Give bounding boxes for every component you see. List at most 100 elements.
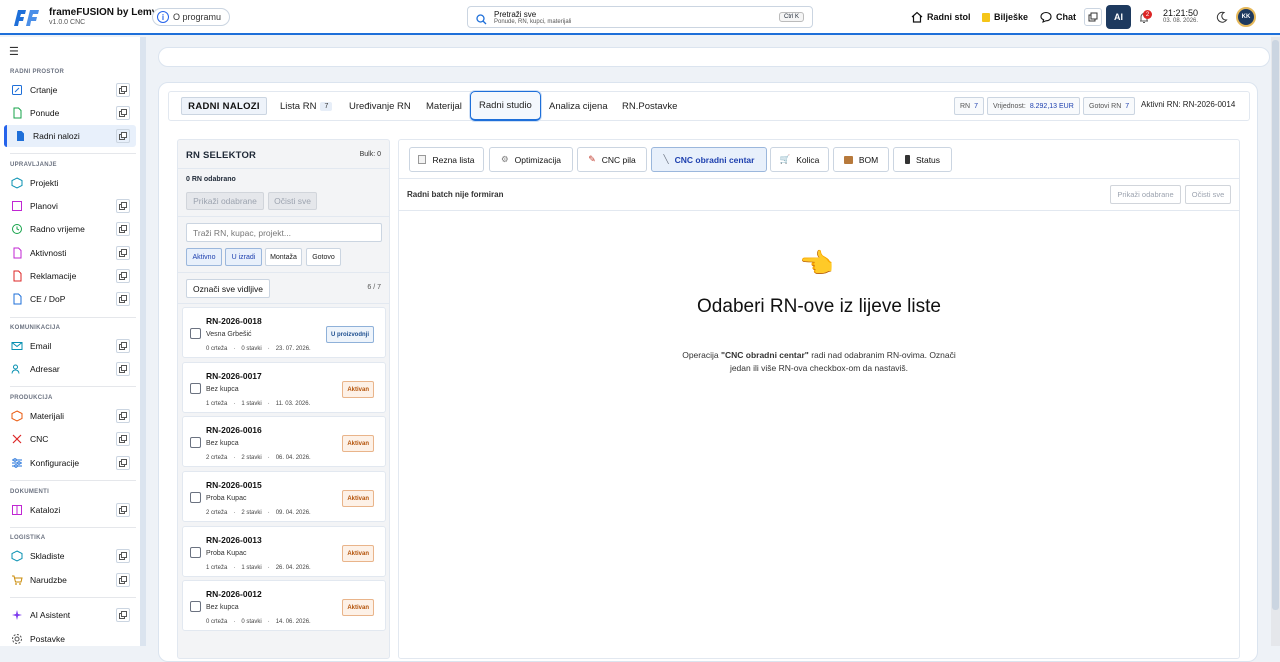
copy-icon[interactable]	[116, 549, 130, 563]
copy-icon[interactable]	[116, 409, 130, 423]
tab-materijal[interactable]: Materijal	[426, 91, 462, 121]
copy-icon[interactable]	[116, 573, 130, 587]
filter-montaza[interactable]: Montaža	[265, 248, 302, 266]
op-status[interactable]: Status	[893, 147, 952, 172]
search-label: Pretraži sve	[494, 10, 537, 19]
op-label: Optimizacija	[514, 154, 561, 165]
rn-card[interactable]: RN-2026-0018 Vesna Grbešić 0 crteža · 0 st…	[182, 307, 386, 358]
sidebar-item-ponude[interactable]: Ponude	[4, 102, 136, 124]
op-bom[interactable]: BOM	[833, 147, 889, 172]
sidebar-item-radni-nalozi[interactable]: Radni nalozi	[4, 125, 136, 147]
rn-card[interactable]: RN-2026-0012 Bez kupca 0 crteža · 0 stavki…	[182, 580, 386, 631]
sidebar-item-konfiguracije[interactable]: Konfiguracije	[4, 452, 136, 474]
copy-icon[interactable]	[116, 269, 130, 283]
op-cnc-obradni-centar[interactable]: ╲ CNC obradni centar	[651, 147, 767, 172]
rn-checkbox[interactable]	[190, 601, 201, 612]
rn-items: 1 stavki	[241, 401, 262, 407]
sidebar-item-narudzbe[interactable]: Narudzbe	[4, 569, 136, 591]
mark-all-visible-button[interactable]: Označi sve vidljive	[186, 279, 270, 298]
rn-search-input[interactable]: Traži RN, kupac, projekt...	[186, 223, 382, 242]
cnc-icon	[11, 433, 23, 445]
copy-icon[interactable]	[116, 339, 130, 353]
op-cnc-pila[interactable]: ✎ CNC pila	[577, 147, 647, 172]
rn-card[interactable]: RN-2026-0015 Proba Kupac 2 crteža · 2 stav…	[182, 471, 386, 522]
sidebar-item-cnc[interactable]: CNC	[4, 428, 136, 450]
sidebar-item-adresar[interactable]: Adresar	[4, 358, 136, 380]
copy-icon[interactable]	[116, 608, 130, 622]
package-icon	[843, 155, 853, 164]
tab-analiza-cijena[interactable]: Analiza cijena	[549, 91, 608, 121]
sidebar-item-reklamacije[interactable]: Reklamacije	[4, 265, 136, 287]
global-search[interactable]: Pretraži sve Ponude, RN, kupci, materija…	[467, 6, 813, 28]
copy-icon[interactable]	[116, 129, 130, 143]
sidebar-item-email[interactable]: Email	[4, 335, 136, 357]
warehouse-icon	[11, 550, 23, 562]
search-shortcut: Ctrl K	[779, 12, 804, 22]
copy-icon[interactable]	[116, 503, 130, 517]
sidebar-item-ai-asistent[interactable]: AI Asistent	[4, 604, 136, 626]
rn-drawings: 0 crteža	[206, 619, 228, 625]
filter-u-izradi[interactable]: U izradi	[225, 248, 262, 266]
rn-card[interactable]: RN-2026-0013 Proba Kupac 1 crteža · 1 stav…	[182, 526, 386, 577]
op-kolica[interactable]: 🛒 Kolica	[770, 147, 829, 172]
tab-uredivanje-rn[interactable]: Uređivanje RN	[349, 91, 411, 121]
copy-icon[interactable]	[116, 222, 130, 236]
copy-icon[interactable]	[116, 432, 130, 446]
top-bar: frameFUSION by Lemy v1.0.0 CNC i O progr…	[0, 0, 1280, 35]
rn-checkbox[interactable]	[190, 437, 201, 448]
sidebar-item-postavke[interactable]: Postavke	[4, 628, 136, 650]
sidebar-item-projekti[interactable]: Projekti	[4, 172, 136, 194]
clear-all-button[interactable]: Očisti sve	[268, 192, 317, 210]
window-button[interactable]	[1084, 8, 1102, 26]
copy-icon[interactable]	[116, 292, 130, 306]
show-selected-button[interactable]: Prikaži odabrane	[1110, 185, 1181, 204]
show-selected-button[interactable]: Prikaži odabrane	[186, 192, 264, 210]
divider	[178, 272, 389, 273]
tab-lista-rn[interactable]: Lista RN 7	[280, 91, 333, 121]
op-optimizacija[interactable]: ⚙ Optimizacija	[489, 147, 573, 172]
tab-radni-studio[interactable]: Radni studio	[470, 91, 541, 121]
tab-rn-postavke[interactable]: RN.Postavke	[622, 91, 677, 121]
sidebar-item-katalozi[interactable]: Katalozi	[4, 499, 136, 521]
filter-aktivno[interactable]: Aktivno	[186, 248, 222, 266]
divider	[10, 480, 136, 481]
user-avatar[interactable]: KK	[1236, 7, 1256, 27]
rn-card[interactable]: RN-2026-0017 Bez kupca 1 crteža · 1 stavki…	[182, 362, 386, 413]
sidebar-item-radno-vrijeme[interactable]: Radno vrijeme	[4, 218, 136, 240]
rn-checkbox[interactable]	[190, 328, 201, 339]
sidebar-item-materijali[interactable]: Materijali	[4, 405, 136, 427]
copy-icon[interactable]	[116, 362, 130, 376]
copy-icon[interactable]	[116, 246, 130, 260]
filter-gotovo[interactable]: Gotovo	[306, 248, 341, 266]
about-button[interactable]: i O programu	[152, 8, 231, 26]
sidebar-item-skladiste[interactable]: Skladiste	[4, 545, 136, 567]
rn-checkbox[interactable]	[190, 383, 201, 394]
copy-icon[interactable]	[116, 199, 130, 213]
copy-icon	[1088, 12, 1098, 22]
notes-button[interactable]: Bilješke	[982, 8, 1028, 26]
sidebar-item-planovi[interactable]: Planovi	[4, 195, 136, 217]
copy-icon[interactable]	[116, 83, 130, 97]
sidebar-item-crtanje[interactable]: Crtanje	[4, 79, 136, 101]
copy-icon[interactable]	[116, 106, 130, 120]
desk-button[interactable]: Radni stol	[911, 8, 971, 26]
app-logo[interactable]	[12, 6, 40, 28]
ai-button[interactable]: AI	[1106, 5, 1131, 29]
sidebar-label: Crtanje	[30, 85, 58, 95]
page-scrollbar-thumb[interactable]	[1272, 40, 1279, 610]
rn-checkbox[interactable]	[190, 547, 201, 558]
rn-card[interactable]: RN-2026-0016 Bez kupca 2 crteža · 2 stavki…	[182, 416, 386, 467]
clear-all-button[interactable]: Očisti sve	[1185, 185, 1231, 204]
separator: ·	[233, 510, 236, 516]
menu-icon[interactable]: ☰	[9, 45, 19, 58]
sidebar-item-ce-dop[interactable]: CE / DoP	[4, 288, 136, 310]
rn-checkbox[interactable]	[190, 492, 201, 503]
stat-value: 8.292,13 EUR	[1029, 102, 1074, 110]
op-rezna-lista[interactable]: Rezna lista	[409, 147, 484, 172]
copy-icon[interactable]	[116, 456, 130, 470]
moon-icon[interactable]	[1216, 11, 1228, 23]
chat-button[interactable]: Chat	[1040, 8, 1076, 26]
op-label: CNC obradni centar	[674, 154, 755, 165]
sidebar-item-aktivnosti[interactable]: Aktivnosti	[4, 242, 136, 264]
sidebar-scrollbar[interactable]	[140, 37, 146, 646]
